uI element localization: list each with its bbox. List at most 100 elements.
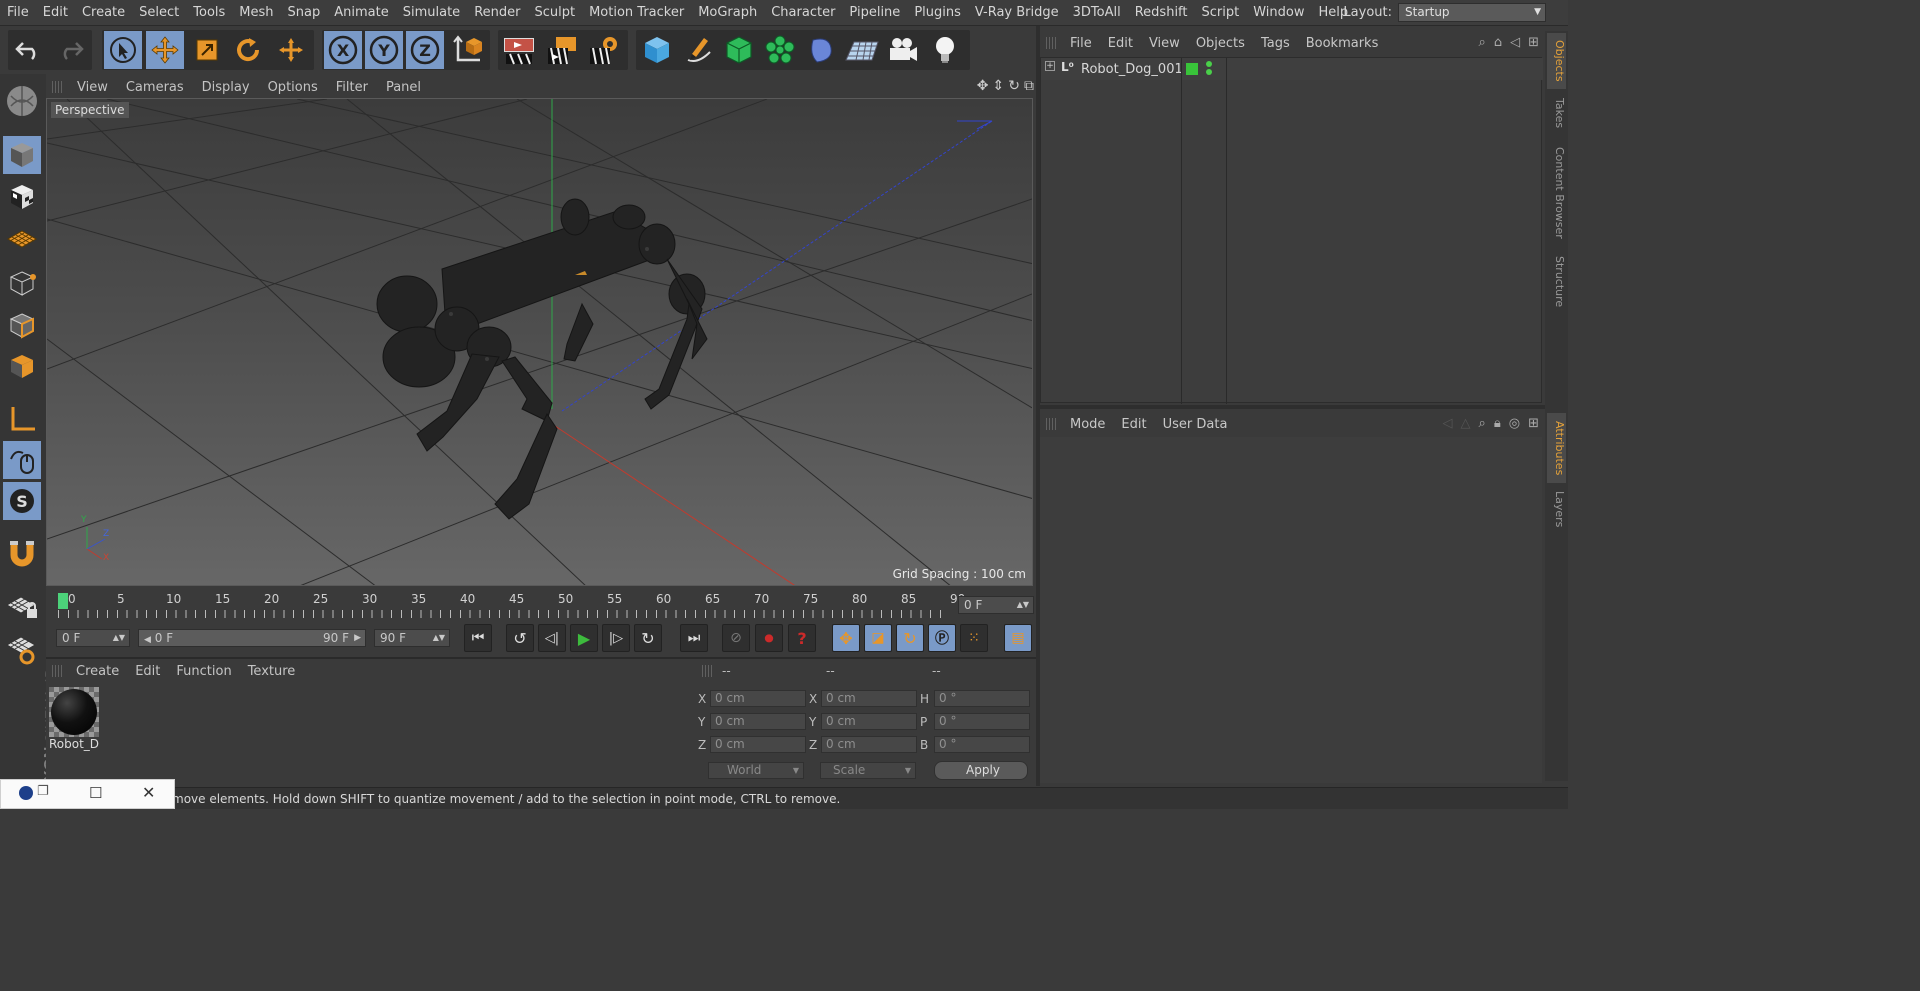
viewport-rotate-icon[interactable]: ↻	[1008, 78, 1020, 94]
model-mode-button[interactable]	[3, 136, 41, 174]
tab-takes[interactable]: Takes	[1547, 91, 1566, 135]
timeline-ruler[interactable]: 051015202530354045505560657075808590 0 F…	[46, 588, 1036, 620]
record-scale-button[interactable]: ◪	[864, 624, 892, 652]
object-menu-edit[interactable]: Edit	[1100, 36, 1141, 51]
new-panel-icon[interactable]: ⊞	[1528, 35, 1539, 50]
snap-magnet-button[interactable]	[3, 534, 41, 572]
next-frame-button[interactable]: |▷	[602, 624, 630, 652]
tab-objects[interactable]: Objects	[1547, 33, 1566, 89]
viewport-menu-panel[interactable]: Panel	[377, 80, 430, 95]
go-to-end-button[interactable]: ⏭	[680, 624, 708, 652]
render-to-picture-viewer-button[interactable]	[542, 31, 580, 69]
search-icon[interactable]: ⌕	[1479, 416, 1486, 431]
playhead-marker[interactable]	[58, 593, 68, 609]
cloner-button[interactable]	[761, 31, 799, 69]
attribute-menu-edit[interactable]: Edit	[1113, 417, 1154, 432]
record-parameter-button[interactable]: Ⓟ	[928, 624, 956, 652]
viewport-menu-cameras[interactable]: Cameras	[117, 80, 193, 95]
menu-character[interactable]: Character	[764, 5, 842, 20]
keyframe-selection-button[interactable]: ?	[788, 624, 816, 652]
expand-icon[interactable]: +	[1045, 61, 1055, 71]
menu-animate[interactable]: Animate	[327, 5, 395, 20]
previous-key-button[interactable]: ↺	[506, 624, 534, 652]
viewport-dolly-icon[interactable]: ⇕	[993, 78, 1005, 94]
current-frame-field[interactable]: 0 F ▲▼	[958, 596, 1034, 614]
panel-grip[interactable]	[1046, 37, 1058, 49]
stepper-arrows-icon[interactable]: ▲▼	[433, 630, 445, 646]
panel-grip[interactable]	[52, 665, 64, 677]
panel-grip[interactable]	[1046, 418, 1058, 430]
stepper-arrows-icon[interactable]: ▲▼	[113, 630, 125, 646]
x-axis-lock-button[interactable]: X	[324, 31, 362, 69]
planar-workplane-button[interactable]	[3, 630, 41, 668]
menu-pipeline[interactable]: Pipeline	[842, 5, 907, 20]
target-icon[interactable]: ◎	[1509, 416, 1520, 431]
make-editable-button[interactable]	[3, 82, 41, 120]
menu-script[interactable]: Script	[1195, 5, 1247, 20]
record-point-level-button[interactable]: ⁙	[960, 624, 988, 652]
record-position-button[interactable]: ✥	[832, 624, 860, 652]
tab-layers[interactable]: Layers	[1547, 485, 1566, 533]
material-menu-edit[interactable]: Edit	[127, 664, 168, 679]
preview-range-slider[interactable]: ◀ 0 F 90 F ▶	[138, 629, 366, 647]
range-left-arrow-icon[interactable]: ◀	[144, 635, 151, 645]
object-menu-bookmarks[interactable]: Bookmarks	[1298, 36, 1387, 51]
rot-p-field[interactable]: 0 °	[934, 713, 1030, 730]
record-active-objects-button[interactable]: ⊘	[722, 624, 750, 652]
object-menu-tags[interactable]: Tags	[1253, 36, 1298, 51]
menu-window[interactable]: Window	[1246, 5, 1311, 20]
render-view-button[interactable]	[500, 31, 538, 69]
camera-label[interactable]: Perspective	[51, 102, 129, 118]
back-icon[interactable]: ◁	[1510, 35, 1520, 50]
maximize-icon[interactable]: ☐	[89, 784, 102, 802]
size-z-field[interactable]: 0 cm	[821, 736, 917, 753]
menu-edit[interactable]: Edit	[36, 5, 75, 20]
camera-object-button[interactable]	[884, 31, 922, 69]
tweak-mode-button[interactable]	[3, 441, 41, 479]
back-arrow-icon[interactable]: ◁	[1443, 416, 1453, 431]
rot-h-field[interactable]: 0 °	[934, 690, 1030, 707]
timeline-window-button[interactable]: ▤	[1004, 624, 1032, 652]
object-menu-file[interactable]: File	[1062, 36, 1100, 51]
snap-s-button[interactable]: S	[3, 482, 41, 520]
home-icon[interactable]: ⌂	[1494, 35, 1502, 50]
panel-grip[interactable]	[702, 665, 714, 677]
cinema4d-app-icon[interactable]	[19, 786, 33, 800]
y-axis-lock-button[interactable]: Y	[365, 31, 403, 69]
lock-icon[interactable]: 🔒︎	[1494, 416, 1501, 431]
viewport-maximize-icon[interactable]: ⧉	[1024, 78, 1034, 94]
up-arrow-icon[interactable]: △	[1461, 416, 1471, 431]
new-panel-icon[interactable]: ⊞	[1528, 416, 1539, 431]
range-right-arrow-icon[interactable]: ▶	[354, 630, 361, 646]
viewport-menu-options[interactable]: Options	[259, 80, 327, 95]
layer-color-swatch[interactable]	[1186, 63, 1198, 75]
menu-redshift[interactable]: Redshift	[1128, 5, 1195, 20]
start-frame-field[interactable]: 0 F ▲▼	[56, 629, 130, 647]
material-swatch[interactable]: Robot_D	[49, 687, 99, 753]
cube-object-button[interactable]	[638, 31, 676, 69]
search-icon[interactable]: ⌕	[1479, 35, 1486, 50]
size-y-field[interactable]: 0 cm	[821, 713, 917, 730]
floor-object-button[interactable]	[843, 31, 881, 69]
panel-grip[interactable]	[52, 81, 64, 93]
rotate-tool-button[interactable]	[229, 31, 267, 69]
coordinate-space-select[interactable]: World ▼	[708, 762, 804, 779]
rot-b-field[interactable]: 0 °	[934, 736, 1030, 753]
viewport-menu-filter[interactable]: Filter	[327, 80, 377, 95]
restore-icon[interactable]: ❐	[37, 784, 49, 799]
coordinate-system-button[interactable]	[449, 31, 487, 69]
menu-motion-tracker[interactable]: Motion Tracker	[582, 5, 691, 20]
close-icon[interactable]: ✕	[142, 783, 155, 802]
pos-z-field[interactable]: 0 cm	[710, 736, 806, 753]
viewport-pan-icon[interactable]: ✥	[977, 78, 989, 94]
object-name[interactable]: Robot_Dog_001	[1081, 62, 1183, 77]
attribute-menu-mode[interactable]: Mode	[1062, 417, 1113, 432]
play-button[interactable]: ▶	[570, 624, 598, 652]
deformer-button[interactable]	[802, 31, 840, 69]
live-selection-button[interactable]	[104, 31, 142, 69]
menu-tools[interactable]: Tools	[186, 5, 232, 20]
object-menu-view[interactable]: View	[1141, 36, 1188, 51]
next-key-button[interactable]: ↻	[634, 624, 662, 652]
object-menu-objects[interactable]: Objects	[1188, 36, 1253, 51]
light-object-button[interactable]	[926, 31, 964, 69]
